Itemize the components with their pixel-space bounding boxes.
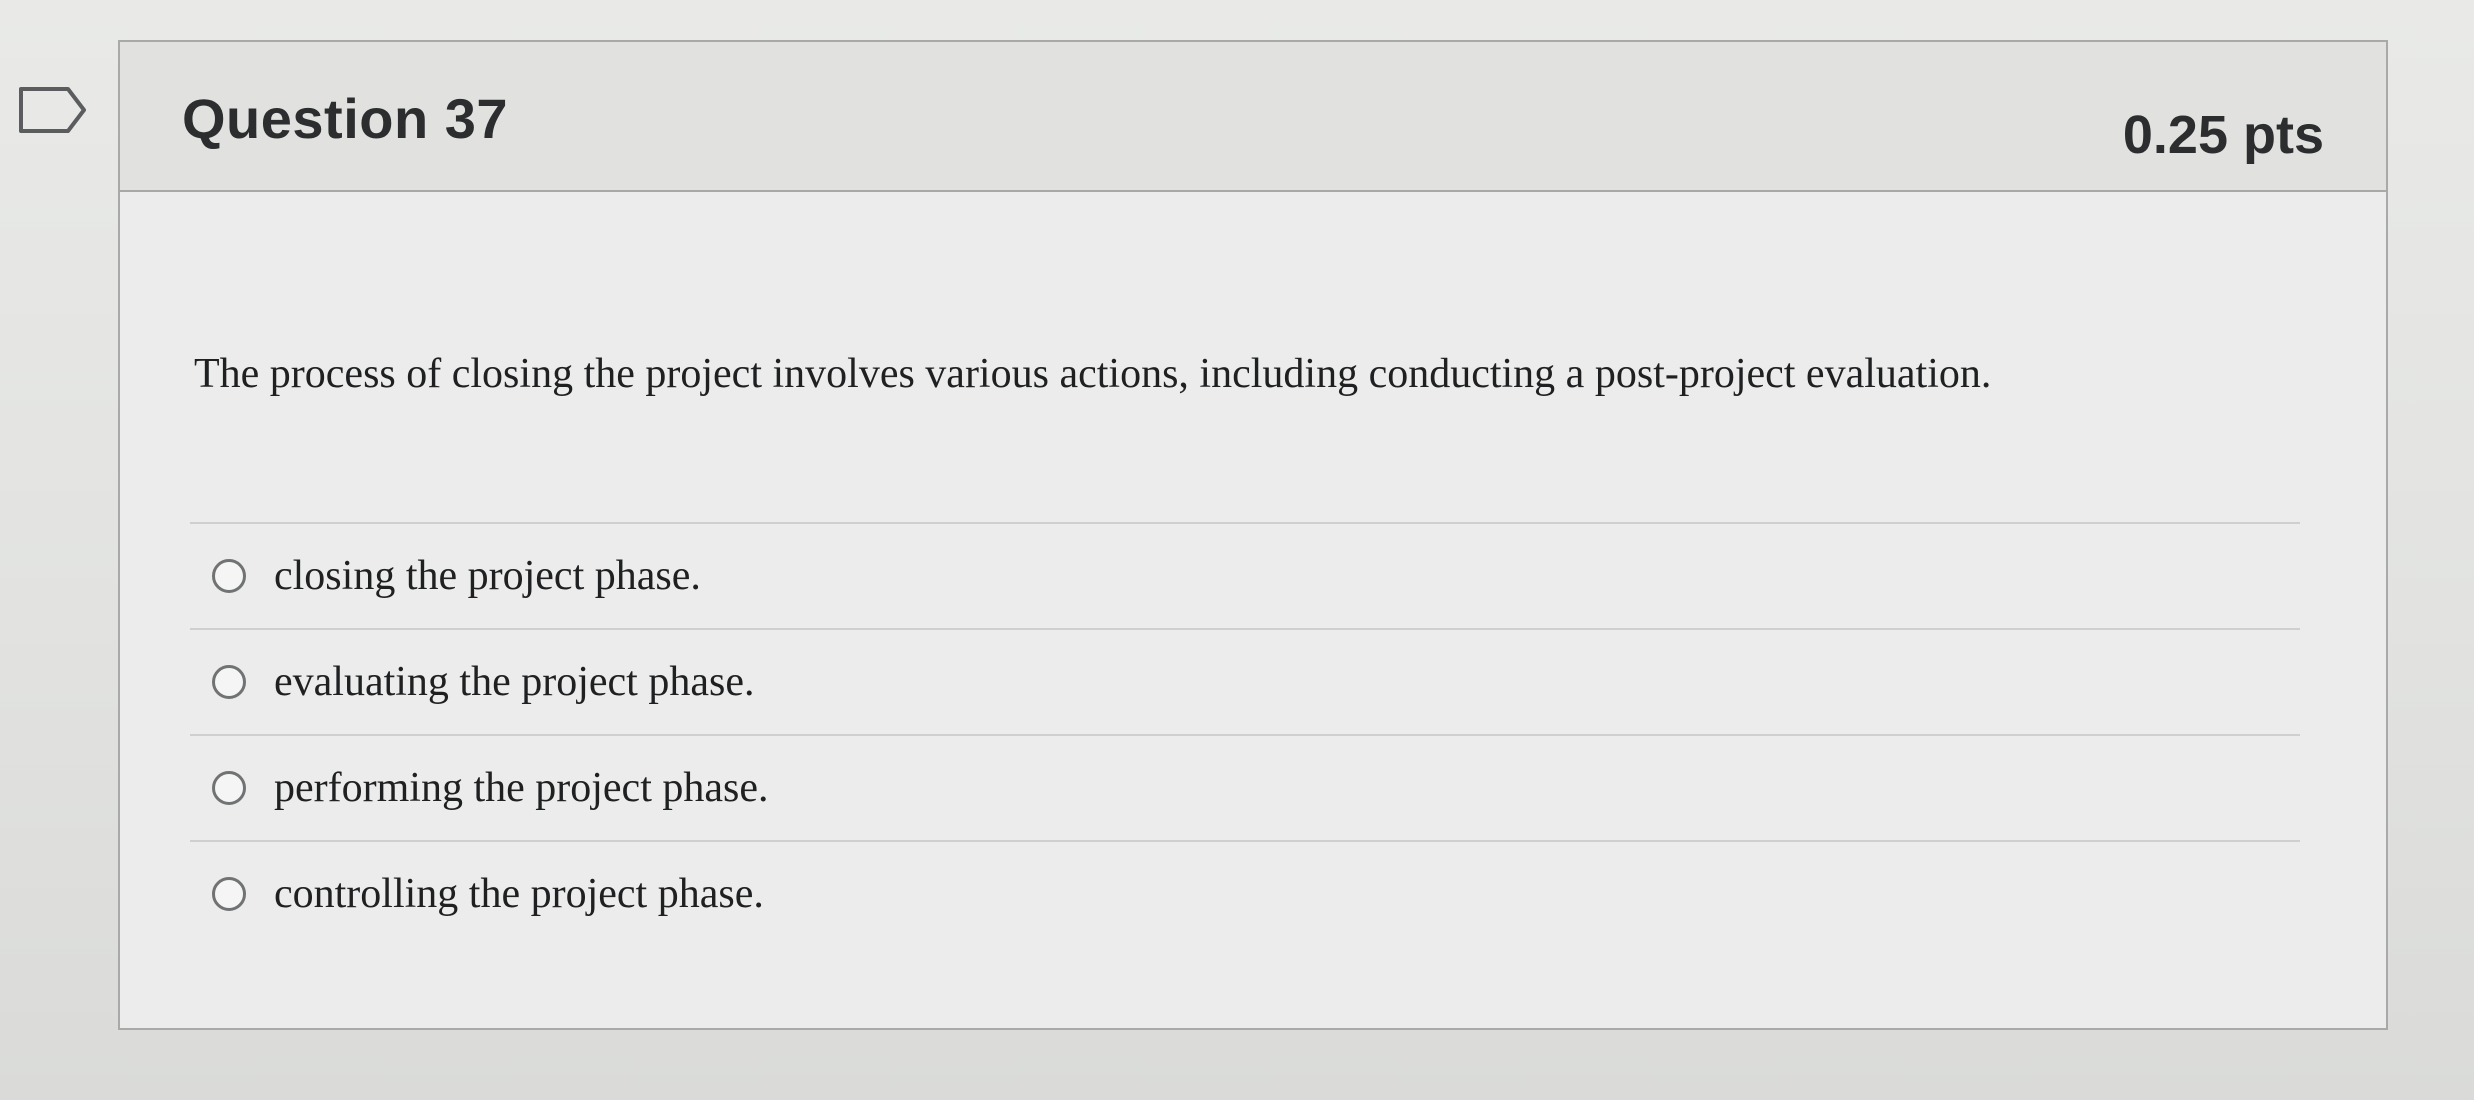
answer-label: closing the project phase. bbox=[274, 553, 701, 599]
question-title: Question 37 bbox=[182, 87, 509, 150]
answer-option-4[interactable]: controlling the project phase. bbox=[190, 840, 2300, 946]
answer-option-3[interactable]: performing the project phase. bbox=[190, 734, 2300, 840]
answer-option-2[interactable]: evaluating the project phase. bbox=[190, 628, 2300, 734]
radio-button[interactable] bbox=[212, 665, 246, 699]
radio-button[interactable] bbox=[212, 559, 246, 593]
answer-label: performing the project phase. bbox=[274, 765, 769, 811]
answer-option-1[interactable]: closing the project phase. bbox=[190, 522, 2300, 628]
answer-list: closing the project phase. evaluating th… bbox=[190, 522, 2300, 946]
question-points: 0.25 pts bbox=[2122, 105, 2324, 165]
radio-button[interactable] bbox=[212, 771, 246, 805]
question-text: The process of closing the project invol… bbox=[194, 351, 1992, 397]
question-card: Question 37 0.25 pts The process of clos… bbox=[118, 40, 2388, 1030]
answer-label: evaluating the project phase. bbox=[274, 659, 755, 705]
radio-button[interactable] bbox=[212, 877, 246, 911]
answer-label: controlling the project phase. bbox=[274, 871, 764, 917]
question-header: Question 37 0.25 pts bbox=[120, 42, 2386, 192]
bookmark-question-icon[interactable] bbox=[18, 86, 88, 134]
